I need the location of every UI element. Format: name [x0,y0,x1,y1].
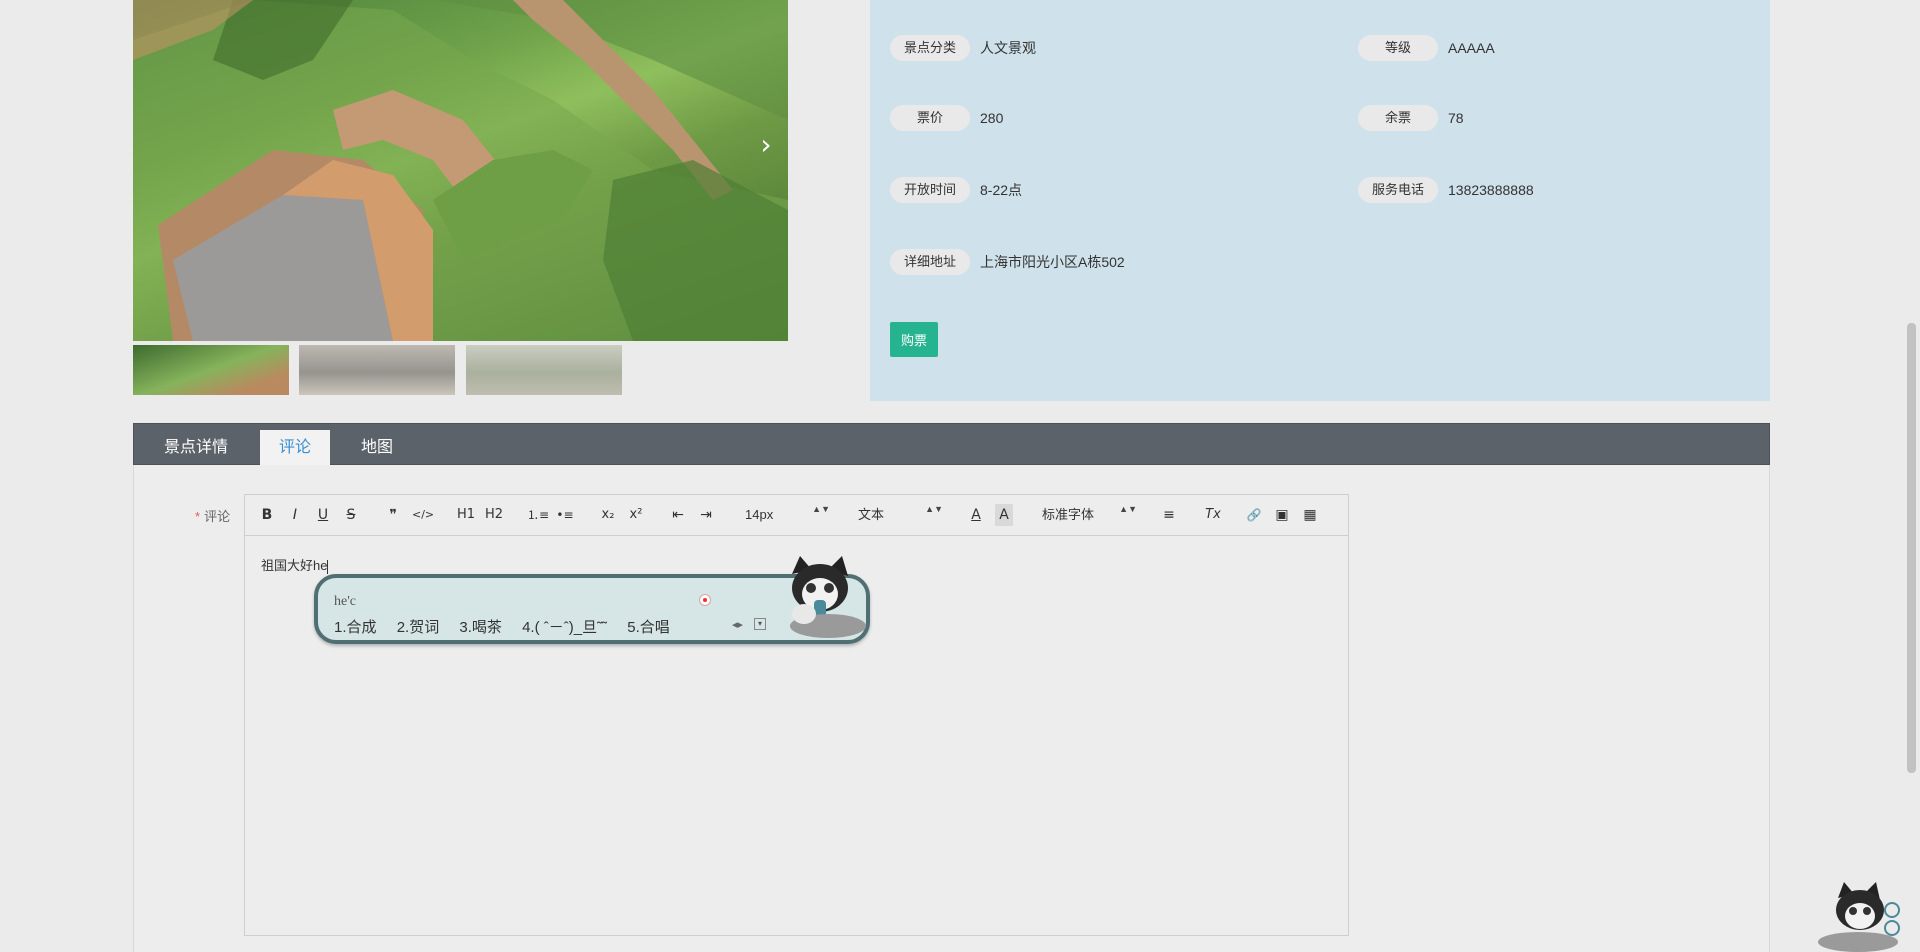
text-caret [327,559,329,574]
field-value: 280 [980,110,1004,126]
comment-field-label: * 评论 [195,506,230,525]
ime-candidate-list: 1.合成 2.贺词 3.喝茶 4.( ˆ－ˆ)_旦˜˜ 5.合唱 [334,616,686,637]
comment-label-text: 评论 [204,509,231,524]
field-value: 8-22点 [980,182,1023,198]
field-label: 开放时间 [890,177,970,203]
select-arrows-icon: ▲▼ [1119,504,1137,514]
record-icon[interactable] [699,594,711,606]
link-icon[interactable]: 🔗 [1245,504,1263,526]
editor-content[interactable]: 祖国大好he [261,555,329,574]
ime-candidate[interactable]: 5.合唱 [627,619,670,636]
field-label: 服务电话 [1358,177,1438,203]
strikethrough-button[interactable]: S [343,504,359,526]
page-arrows-icon[interactable]: ◂▸ [732,618,743,631]
field-remaining-tickets: 余票 78 [1358,105,1464,131]
italic-button[interactable]: I [287,504,303,526]
font-size-value: 14px [745,507,774,522]
superscript-button[interactable]: x² [626,504,646,526]
field-label: 余票 [1358,105,1438,131]
font-family-select[interactable]: 标准字体 ▲▼ [1042,504,1137,526]
clear-format-icon[interactable]: Tx [1203,504,1223,526]
select-arrows-icon: ▲▼ [925,504,943,514]
editor-toolbar: B I U S ❞ </> H1 H2 ⒈≡ •≡ x₂ x² ⇤ ⇥ 14px… [245,495,1348,536]
background-color-icon[interactable]: A [995,504,1013,526]
field-value: 78 [1448,110,1464,126]
great-wall-illustration [133,0,788,341]
expand-icon[interactable]: ▾ [754,618,766,630]
heading-2-button[interactable]: H2 [484,504,504,526]
ime-candidate[interactable]: 4.( ˆ－ˆ)_旦˜˜ [522,619,607,636]
field-category: 景点分类 人文景观 [890,35,1036,61]
bold-button[interactable]: B [259,504,275,526]
field-label: 票价 [890,105,970,131]
field-value: AAAAA [1448,40,1495,56]
code-icon[interactable]: </> [412,504,434,526]
field-opening-hours: 开放时间 8-22点 [890,177,1022,203]
field-level: 等级 AAAAA [1358,35,1495,61]
cat-mascot-icon[interactable] [1808,880,1903,952]
detail-tabs: 景点详情 评论 地图 [133,423,1770,466]
tab-comments[interactable]: 评论 [260,430,330,466]
scenic-info-panel: 景点分类 人文景观 等级 AAAAA 票价 280 余票 78 开放时间 8-2… [870,0,1770,401]
field-address: 详细地址 上海市阳光小区A栋502 [890,249,1125,275]
tab-map[interactable]: 地图 [342,430,412,466]
field-service-phone: 服务电话 13823888888 [1358,177,1534,203]
heading-1-button[interactable]: H1 [456,504,476,526]
cat-mascot-icon [790,556,866,638]
thumbnail-3[interactable] [466,345,622,395]
underline-button[interactable]: U [315,504,331,526]
text-type-select[interactable]: 文本 ▲▼ [858,504,943,526]
blockquote-icon[interactable]: ❞ [384,504,402,526]
main-scenic-image[interactable]: › [133,0,788,341]
chevron-right-icon: › [760,128,772,161]
required-mark: * [195,509,201,524]
ordered-list-icon[interactable]: ⒈≡ [527,504,549,526]
outdent-icon[interactable]: ⇤ [669,504,687,526]
field-value: 人文景观 [980,40,1036,56]
field-label: 等级 [1358,35,1438,61]
field-label: 景点分类 [890,35,970,61]
buy-ticket-button[interactable]: 购票 [890,322,938,357]
comment-text: 祖国大好he [261,558,328,573]
image-icon[interactable]: ▣ [1273,504,1291,526]
align-icon[interactable]: ≡ [1160,504,1178,526]
ime-candidate[interactable]: 1.合成 [334,619,377,636]
font-size-select[interactable]: 14px ▲▼ [745,504,830,526]
scrollbar-thumb[interactable] [1907,323,1916,773]
page-scrollbar[interactable] [1903,0,1920,952]
thumbnail-2[interactable] [299,345,455,395]
field-price: 票价 280 [890,105,1003,131]
text-type-value: 文本 [858,507,885,522]
tab-scenic-details[interactable]: 景点详情 [152,430,240,466]
font-family-value: 标准字体 [1042,507,1095,522]
text-color-icon[interactable]: A [967,504,985,526]
field-value: 13823888888 [1448,182,1534,198]
ime-candidate-window: he'c 1.合成 2.贺词 3.喝茶 4.( ˆ－ˆ)_旦˜˜ 5.合唱 ◂▸… [314,556,870,644]
ime-input-text: he'c [334,594,356,609]
image-gallery: › [133,0,788,395]
carousel-next-button[interactable]: › [754,130,778,160]
field-label: 详细地址 [890,249,970,275]
indent-icon[interactable]: ⇥ [697,504,715,526]
subscript-button[interactable]: x₂ [598,504,618,526]
video-icon[interactable]: ▦ [1301,504,1319,526]
ime-candidate[interactable]: 3.喝茶 [459,619,502,636]
field-value: 上海市阳光小区A栋502 [980,254,1125,270]
select-arrows-icon: ▲▼ [812,504,830,514]
thumbnail-1[interactable] [133,345,289,395]
bullet-list-icon[interactable]: •≡ [555,504,575,526]
ime-candidate[interactable]: 2.贺词 [397,619,440,636]
